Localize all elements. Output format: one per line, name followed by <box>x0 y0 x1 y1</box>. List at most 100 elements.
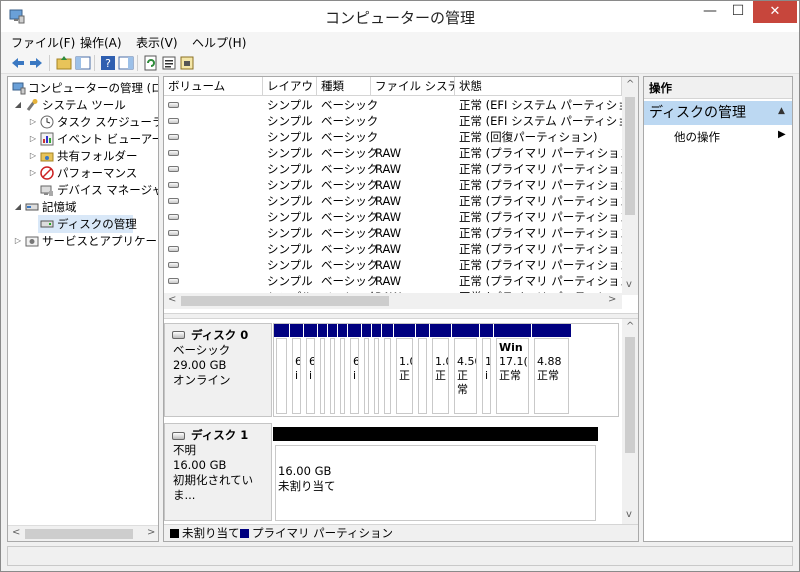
tree-item-performance[interactable]: ▷ パフォーマンス <box>8 164 158 182</box>
volume-row[interactable]: シンプルベーシックRAW 正常 (プライマリ パーティション) <box>164 193 622 209</box>
partition-block[interactable] <box>372 324 382 416</box>
forward-icon[interactable] <box>27 54 45 72</box>
partition-block[interactable] <box>328 324 338 416</box>
minimize-button[interactable]: — <box>697 1 723 23</box>
menu-view[interactable]: 表示(V) <box>136 34 178 51</box>
partition-block[interactable] <box>362 324 372 416</box>
disk-view-vertical-scrollbar[interactable]: ^ v <box>622 319 638 524</box>
expand-arrow-icon[interactable]: ▷ <box>28 164 38 182</box>
refresh-icon[interactable] <box>142 54 160 72</box>
tree-item-services-applications[interactable]: ▷ サービスとアプリケーション <box>8 232 158 250</box>
actions-section-disk-management[interactable]: ディスクの管理 <box>644 101 792 125</box>
partition-block[interactable]: 4.50正常 <box>452 324 480 416</box>
scroll-right-icon[interactable]: > <box>147 527 155 538</box>
tree-item-system-tools[interactable]: ◢ システム ツール <box>8 96 158 114</box>
menu-help[interactable]: ヘルプ(H) <box>192 34 246 51</box>
show-hide-console-tree-icon[interactable] <box>74 54 92 72</box>
tree-horizontal-scrollbar[interactable]: < > <box>8 525 158 541</box>
volume-row[interactable]: シンプルベーシックRAW 正常 (プライマリ パーティション) <box>164 273 622 289</box>
scroll-down-icon[interactable]: v <box>626 509 632 520</box>
volume-row[interactable]: シンプルベーシックRAW 正常 (プライマリ パーティション) <box>164 241 622 257</box>
collapse-up-icon[interactable]: ▲ <box>778 106 785 116</box>
collapse-arrow-icon[interactable]: ◢ <box>13 96 23 114</box>
partition-block[interactable] <box>274 324 290 416</box>
expand-arrow-icon[interactable]: ▷ <box>28 130 38 148</box>
scrollbar-thumb[interactable] <box>25 529 133 539</box>
volume-row[interactable]: シンプルベーシック 正常 (EFI システム パーティション) <box>164 113 622 129</box>
partition-block[interactable]: 4.88 正常 <box>532 324 572 416</box>
scrollbar-thumb[interactable] <box>625 337 635 453</box>
help-icon[interactable]: ? <box>99 54 117 72</box>
partition-block[interactable]: 6i <box>348 324 362 416</box>
tree-item-storage[interactable]: ◢ 記憶域 <box>8 198 158 216</box>
scrollbar-thumb[interactable] <box>625 97 635 215</box>
column-header-status[interactable]: 状態 <box>455 77 622 96</box>
partition-block[interactable] <box>318 324 328 416</box>
back-icon[interactable] <box>9 54 27 72</box>
column-header-volume[interactable]: ボリューム <box>164 77 263 96</box>
more-actions-link[interactable]: 他の操作 <box>674 129 720 145</box>
cell-status: 正常 (プライマリ パーティション) <box>459 242 622 256</box>
volume-row[interactable]: シンプルベーシックRAW 正常 (プライマリ パーティション) <box>164 257 622 273</box>
expand-arrow-icon[interactable]: ▷ <box>13 232 23 250</box>
scroll-right-icon[interactable]: > <box>608 294 616 305</box>
volume-row[interactable]: シンプルベーシックRAW 正常 (プライマリ パーティション) <box>164 209 622 225</box>
partition-block[interactable]: 1i <box>480 324 494 416</box>
drive-icon <box>168 166 179 172</box>
partition-block[interactable]: Win 17.1(正常 <box>494 324 532 416</box>
services-apps-icon <box>25 236 39 247</box>
scroll-left-icon[interactable]: < <box>12 527 20 538</box>
volume-row[interactable]: シンプルベーシックRAW 正常 (プライマリ パーティション) <box>164 225 622 241</box>
volume-list-horizontal-scrollbar[interactable]: < > <box>164 293 622 309</box>
tree-item-event-viewer[interactable]: ▷ イベント ビューアー <box>8 130 158 148</box>
column-header-filesystem[interactable]: ファイル システム <box>371 77 455 96</box>
menu-action[interactable]: 操作(A) <box>80 34 122 51</box>
disk-0-label[interactable]: ディスク 0 ベーシック 29.00 GB オンライン <box>164 323 272 417</box>
maximize-button[interactable]: ☐ <box>725 1 751 23</box>
unallocated-swatch <box>170 529 179 538</box>
close-button[interactable]: ✕ <box>753 1 797 23</box>
menu-file[interactable]: ファイル(F) <box>11 34 75 51</box>
volume-row[interactable]: シンプルベーシックRAW 正常 (プライマリ パーティション) <box>164 161 622 177</box>
actions-header: 操作 <box>644 77 792 99</box>
disk-settings-icon[interactable] <box>178 54 196 72</box>
up-folder-icon[interactable] <box>55 54 73 72</box>
expand-arrow-icon[interactable]: ▷ <box>28 147 38 165</box>
volume-row[interactable]: シンプルベーシックRAW 正常 (プライマリ パーティション) <box>164 177 622 193</box>
scroll-up-icon[interactable]: ^ <box>626 79 634 90</box>
scroll-up-icon[interactable]: ^ <box>626 321 634 332</box>
scroll-down-icon[interactable]: v <box>626 279 632 290</box>
drive-icon <box>168 198 179 204</box>
properties-icon[interactable] <box>160 54 178 72</box>
scrollbar-thumb[interactable] <box>181 296 389 306</box>
partition-block[interactable] <box>338 324 348 416</box>
unallocated-block[interactable]: 16.00 GB 未割り当て <box>273 427 599 523</box>
partition-block[interactable]: 6i <box>290 324 304 416</box>
toolbar-separator <box>94 55 95 71</box>
legend-primary: プライマリ パーティション <box>252 526 393 540</box>
partition-block[interactable]: 1.0正 <box>430 324 452 416</box>
submenu-arrow-icon[interactable]: ▶ <box>778 129 786 140</box>
disk-1-label[interactable]: ディスク 1 不明 16.00 GB 初期化されていま... <box>164 423 272 521</box>
partition-block[interactable]: 6i <box>304 324 318 416</box>
column-header-type[interactable]: 種類 <box>317 77 371 96</box>
show-action-pane-icon[interactable] <box>117 54 135 72</box>
tree-item-device-manager[interactable]: デバイス マネージャー <box>8 181 158 199</box>
expand-arrow-icon[interactable]: ▷ <box>28 113 38 131</box>
tree-item-disk-management[interactable]: ディスクの管理 <box>38 215 137 233</box>
volume-list-vertical-scrollbar[interactable]: ^ v <box>622 77 638 295</box>
volume-row[interactable]: シンプル ベーシック 正常 (回復パーティション) <box>164 129 622 145</box>
partition-block[interactable]: 1.0正 <box>394 324 416 416</box>
tree-item-computer-management[interactable]: コンピューターの管理 (ローカル) <box>8 79 158 97</box>
cell-filesystem: RAW <box>375 146 402 160</box>
column-header-layout[interactable]: レイアウト <box>263 77 317 96</box>
volume-row[interactable]: シンプルベーシック 正常 (EFI システム パーティション) <box>164 97 622 113</box>
tree-item-task-scheduler[interactable]: ▷ タスク スケジューラ <box>8 113 158 131</box>
scroll-left-icon[interactable]: < <box>168 294 176 305</box>
partition-block[interactable] <box>416 324 430 416</box>
partition-block[interactable] <box>382 324 394 416</box>
tree-item-shared-folders[interactable]: ▷ 共有フォルダー <box>8 147 158 165</box>
collapse-arrow-icon[interactable]: ◢ <box>13 198 23 216</box>
volume-row[interactable]: シンプルベーシックRAW 正常 (プライマリ パーティション) <box>164 145 622 161</box>
partition-body <box>374 338 379 414</box>
